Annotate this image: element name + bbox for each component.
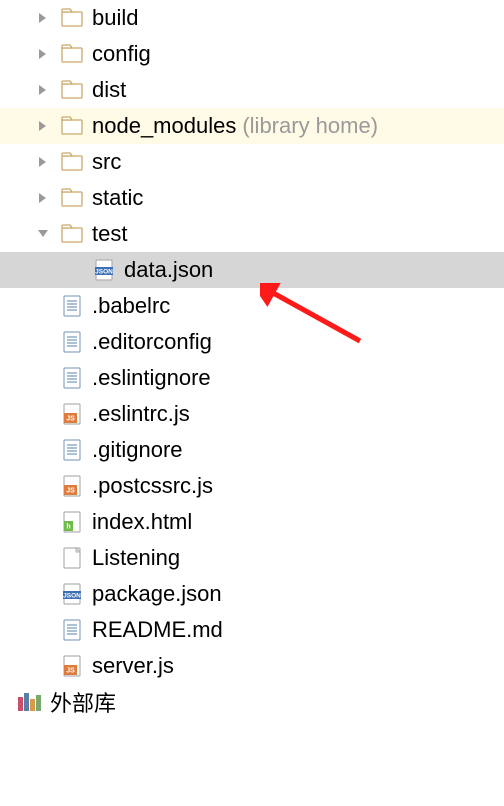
disclosure-arrow-icon[interactable] [32,228,54,240]
tree-item-label: index.html [92,509,192,535]
js-file-icon [58,403,86,425]
tree-item-file[interactable]: .gitignore [0,432,504,468]
folder-icon [58,223,86,245]
tree-item-label: server.js [92,653,174,679]
tree-item-label: .gitignore [92,437,183,463]
folder-icon [58,43,86,65]
tree-item-label: README.md [92,617,223,643]
text-file-icon [58,331,86,353]
text-file-icon [58,295,86,317]
tree-item-annotation: (library home) [242,113,378,139]
tree-item-label: node_modules [92,113,236,139]
disclosure-arrow-icon[interactable] [32,12,54,24]
js-file-icon [58,655,86,677]
tree-item-label: static [92,185,143,211]
tree-item-label: package.json [92,581,222,607]
disclosure-arrow-icon[interactable] [32,156,54,168]
tree-item-label: .babelrc [92,293,170,319]
tree-item-file[interactable]: README.md [0,612,504,648]
tree-item-folder[interactable]: build [0,0,504,36]
json-file-icon [90,259,118,281]
disclosure-arrow-icon[interactable] [32,48,54,60]
blank-file-icon [58,547,86,569]
tree-item-file[interactable]: .editorconfig [0,324,504,360]
html-file-icon [58,511,86,533]
tree-item-file[interactable]: .eslintrc.js [0,396,504,432]
folder-icon [58,187,86,209]
tree-item-label: data.json [124,257,213,283]
tree-item-label: test [92,221,127,247]
tree-item-file[interactable]: server.js [0,648,504,684]
tree-item-label: config [92,41,151,67]
tree-item-label: build [92,5,138,31]
disclosure-arrow-icon[interactable] [32,120,54,132]
external-libraries-label: 外部库 [50,686,116,718]
tree-item-label: Listening [92,545,180,571]
disclosure-arrow-icon[interactable] [32,84,54,96]
folder-icon [58,7,86,29]
tree-item-label: .eslintrc.js [92,401,190,427]
tree-item-label: .eslintignore [92,365,211,391]
js-file-icon [58,475,86,497]
text-file-icon [58,619,86,641]
tree-item-folder[interactable]: node_modules (library home) [0,108,504,144]
tree-item-folder[interactable]: src [0,144,504,180]
file-tree: build config dist node_modules (library … [0,0,504,720]
tree-item-folder[interactable]: config [0,36,504,72]
tree-item-folder[interactable]: test [0,216,504,252]
tree-item-file[interactable]: index.html [0,504,504,540]
tree-item-label: .postcssrc.js [92,473,213,499]
folder-icon [58,151,86,173]
tree-item-label: dist [92,77,126,103]
external-libraries-item[interactable]: 外部库 [0,684,504,720]
disclosure-arrow-icon[interactable] [32,192,54,204]
external-libraries-icon [16,691,44,713]
tree-item-file[interactable]: .postcssrc.js [0,468,504,504]
tree-item-file[interactable]: Listening [0,540,504,576]
tree-item-folder[interactable]: dist [0,72,504,108]
tree-item-label: src [92,149,121,175]
folder-icon [58,115,86,137]
json-file-icon [58,583,86,605]
tree-item-file[interactable]: data.json [0,252,504,288]
text-file-icon [58,367,86,389]
tree-item-file[interactable]: package.json [0,576,504,612]
tree-item-label: .editorconfig [92,329,212,355]
text-file-icon [58,439,86,461]
tree-item-file[interactable]: .eslintignore [0,360,504,396]
tree-item-file[interactable]: .babelrc [0,288,504,324]
folder-icon [58,79,86,101]
tree-item-folder[interactable]: static [0,180,504,216]
